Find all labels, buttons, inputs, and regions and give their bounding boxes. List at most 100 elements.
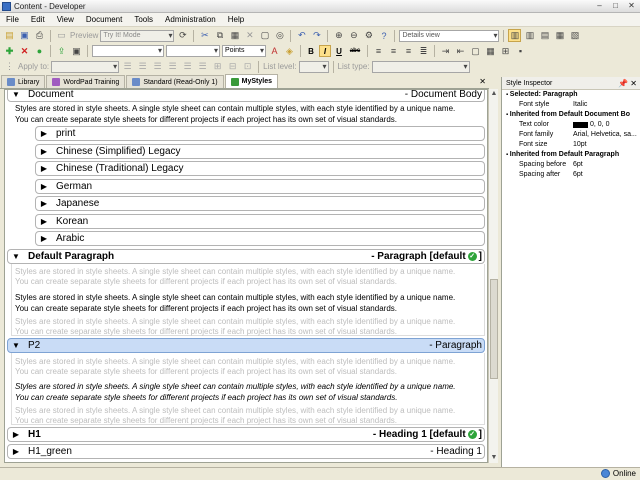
fill-icon[interactable]: ▪ bbox=[514, 45, 527, 58]
style-row-chinese-traditional[interactable]: ▶ Chinese (Traditional) Legacy bbox=[35, 161, 485, 176]
style-row-arabic[interactable]: ▶ Arabic bbox=[35, 231, 485, 246]
tab-standard[interactable]: Standard (Read-Only 1) bbox=[126, 75, 224, 88]
fill-color-icon[interactable]: ◈ bbox=[283, 45, 296, 58]
close-tab-icon[interactable]: ✕ bbox=[479, 77, 486, 86]
menu-tools[interactable]: Tools bbox=[134, 15, 153, 24]
style-row-japanese[interactable]: ▶ Japanese bbox=[35, 196, 485, 211]
expand-icon[interactable]: ▶ bbox=[10, 430, 22, 439]
expand-icon[interactable]: ▶ bbox=[38, 182, 50, 191]
menu-administration[interactable]: Administration bbox=[165, 15, 216, 24]
zoom-out-icon[interactable]: ⊖ bbox=[347, 29, 360, 42]
list-e-icon[interactable]: ⊡ bbox=[241, 60, 254, 73]
apply-to-select[interactable] bbox=[51, 60, 120, 73]
expand-icon[interactable]: ▶ bbox=[10, 447, 22, 456]
italic-button[interactable]: I bbox=[319, 45, 331, 57]
font-select[interactable] bbox=[166, 45, 220, 57]
outdent-icon[interactable]: ⇤ bbox=[454, 45, 467, 58]
remove-icon[interactable]: ✕ bbox=[18, 45, 31, 58]
close-window-button[interactable]: ✕ bbox=[625, 1, 638, 11]
style-icon[interactable]: ▣ bbox=[70, 45, 83, 58]
menu-file[interactable]: File bbox=[6, 15, 19, 24]
cut-icon[interactable]: ✂ bbox=[198, 29, 211, 42]
layout-d-icon[interactable]: ▦ bbox=[553, 29, 566, 42]
text-color-icon[interactable]: A bbox=[268, 45, 281, 58]
expand-icon[interactable]: ▶ bbox=[38, 129, 50, 138]
underline-button[interactable]: U bbox=[333, 45, 345, 57]
expand-icon[interactable]: ▶ bbox=[38, 164, 50, 173]
grid-icon[interactable]: ⊞ bbox=[499, 45, 512, 58]
expand-icon[interactable]: ▶ bbox=[38, 199, 50, 208]
editor-scrollbar[interactable]: ▲ ▼ bbox=[488, 89, 498, 463]
list-outdent-icon[interactable]: ☰ bbox=[166, 60, 179, 73]
preview-icon[interactable]: ▭ bbox=[55, 29, 68, 42]
add-icon[interactable]: ✚ bbox=[3, 45, 16, 58]
list-level-select[interactable] bbox=[298, 60, 329, 73]
expand-icon[interactable]: ▶ bbox=[38, 234, 50, 243]
maximize-button[interactable]: □ bbox=[609, 1, 622, 11]
align-left-icon[interactable]: ≡ bbox=[372, 45, 385, 58]
table-icon[interactable]: ▦ bbox=[484, 45, 497, 58]
save-icon[interactable]: ▣ bbox=[18, 29, 31, 42]
settings-icon[interactable]: ⚙ bbox=[362, 29, 375, 42]
paste-icon[interactable]: ▦ bbox=[228, 29, 241, 42]
list-indent-icon[interactable]: ☰ bbox=[151, 60, 164, 73]
layout-b-icon[interactable]: ▥ bbox=[523, 29, 536, 42]
scroll-down-icon[interactable]: ▼ bbox=[489, 453, 499, 463]
expand-icon[interactable]: ▶ bbox=[38, 147, 50, 156]
open-icon[interactable]: ▤ bbox=[3, 29, 16, 42]
apply-icon[interactable]: ● bbox=[33, 45, 46, 58]
menu-help[interactable]: Help bbox=[228, 15, 244, 24]
collapse-icon[interactable]: ▼ bbox=[10, 90, 22, 99]
numbers-icon[interactable]: ☰ bbox=[136, 60, 149, 73]
scroll-up-icon[interactable]: ▲ bbox=[489, 89, 499, 99]
view-select[interactable]: Details view bbox=[399, 29, 500, 42]
style-row-h1[interactable]: ▶ H1 - Heading 1 [default ✓] bbox=[7, 427, 485, 442]
layout-c-icon[interactable]: ▤ bbox=[538, 29, 551, 42]
menu-view[interactable]: View bbox=[57, 15, 74, 24]
bold-button[interactable]: B bbox=[305, 45, 317, 57]
list-b-icon[interactable]: ☰ bbox=[196, 60, 209, 73]
border-icon[interactable]: ▢ bbox=[469, 45, 482, 58]
list-type-select[interactable] bbox=[371, 60, 470, 73]
tab-library[interactable]: Library bbox=[1, 75, 46, 88]
undo-icon[interactable]: ↶ bbox=[295, 29, 308, 42]
inspector-buttons[interactable]: 📌 ✕ bbox=[618, 77, 637, 90]
menu-edit[interactable]: Edit bbox=[31, 15, 45, 24]
style-row-print[interactable]: ▶ print bbox=[35, 126, 485, 141]
indent-icon[interactable]: ⇥ bbox=[439, 45, 452, 58]
clipboard-icon[interactable]: ▢ bbox=[258, 29, 271, 42]
redo-icon[interactable]: ↷ bbox=[310, 29, 323, 42]
style-row-h1-green[interactable]: ▶ H1_green - Heading 1 bbox=[7, 444, 485, 459]
list-a-icon[interactable]: ☰ bbox=[181, 60, 194, 73]
print-icon[interactable]: ⎙ bbox=[33, 29, 46, 42]
layout-a-icon[interactable]: ▥ bbox=[508, 29, 522, 42]
list-d-icon[interactable]: ⊟ bbox=[226, 60, 239, 73]
preview-button[interactable]: Preview bbox=[70, 31, 98, 40]
collapse-icon[interactable]: ▼ bbox=[10, 252, 22, 261]
style-row-korean[interactable]: ▶ Korean bbox=[35, 213, 485, 229]
justify-icon[interactable]: ≣ bbox=[417, 45, 430, 58]
size-unit-select[interactable]: Points bbox=[222, 45, 266, 57]
strike-button[interactable]: abc bbox=[347, 45, 363, 57]
import-icon[interactable]: ⇪ bbox=[55, 45, 68, 58]
layout-e-icon[interactable]: ▧ bbox=[568, 29, 581, 42]
tab-mystyles[interactable]: MyStyles bbox=[224, 74, 278, 88]
tab-wordpad-training[interactable]: WordPad Training bbox=[46, 75, 126, 88]
align-center-icon[interactable]: ≡ bbox=[387, 45, 400, 58]
style-row-german[interactable]: ▶ German bbox=[35, 178, 485, 194]
bullets-icon[interactable]: ☰ bbox=[121, 60, 134, 73]
help-icon[interactable]: ? bbox=[377, 29, 390, 42]
align-right-icon[interactable]: ≡ bbox=[402, 45, 415, 58]
copy-icon[interactable]: ⧉ bbox=[213, 29, 226, 42]
menu-document[interactable]: Document bbox=[86, 15, 122, 24]
link-icon[interactable]: ◎ bbox=[273, 29, 286, 42]
refresh-icon[interactable]: ⟳ bbox=[176, 29, 189, 42]
scroll-thumb[interactable] bbox=[490, 279, 498, 379]
style-row-chinese-simplified[interactable]: ▶ Chinese (Simplified) Legacy bbox=[35, 143, 485, 159]
style-row-p2[interactable]: ▼ P2 - Paragraph bbox=[7, 338, 485, 353]
style-row-default-paragraph[interactable]: ▼ Default Paragraph - Paragraph [default… bbox=[7, 249, 485, 264]
zoom-in-icon[interactable]: ⊕ bbox=[332, 29, 345, 42]
minimize-button[interactable]: – bbox=[593, 1, 606, 11]
style-name-select[interactable] bbox=[92, 45, 164, 57]
expand-icon[interactable]: ▶ bbox=[38, 217, 50, 226]
